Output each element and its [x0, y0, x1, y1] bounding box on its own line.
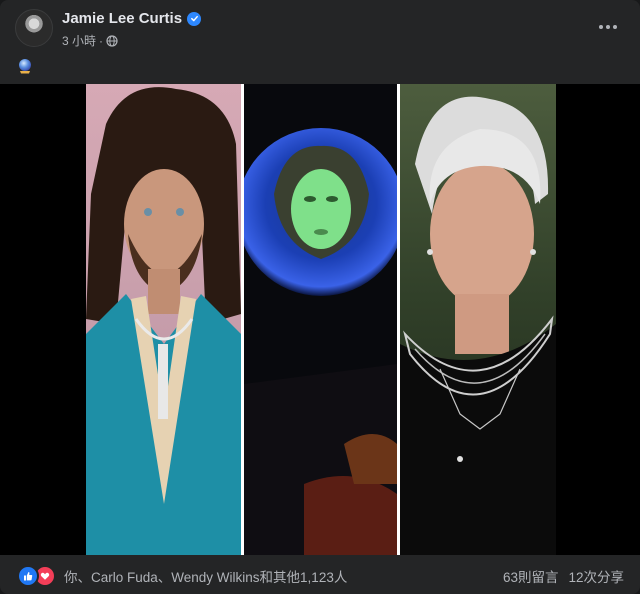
portrait-illustration [86, 87, 241, 555]
check-badge-icon [187, 11, 202, 26]
comments-count[interactable]: 63則留言 [503, 566, 559, 586]
facebook-post: Jamie Lee Curtis 3 小時 · 你、Carlo Fuda、Wen… [0, 0, 640, 594]
dot [606, 25, 610, 29]
crystal-ball-illustration [244, 128, 397, 555]
post-header: Jamie Lee Curtis 3 小時 · [0, 0, 640, 84]
post-photo[interactable] [0, 84, 640, 555]
dot [613, 25, 617, 29]
author-name-row: Jamie Lee Curtis [62, 10, 202, 27]
shares-count[interactable]: 12次分享 [568, 566, 624, 586]
reactions-text[interactable]: 你、Carlo Fuda、Wendy Wilkins和其他1,123人 [64, 566, 347, 586]
author-name[interactable]: Jamie Lee Curtis [62, 10, 182, 27]
dot [599, 25, 603, 29]
portrait-illustration [400, 96, 556, 555]
post-timestamp[interactable]: 3 小時 [62, 32, 96, 49]
more-options-button[interactable] [592, 13, 624, 41]
engagement-counts: 63則留言 12次分享 [503, 566, 624, 586]
post-footer: 你、Carlo Fuda、Wendy Wilkins和其他1,123人 63則留… [0, 555, 640, 594]
author-avatar[interactable] [15, 9, 53, 47]
globe-icon[interactable] [106, 34, 118, 47]
like-icon [17, 565, 39, 587]
photo-right-portrait [400, 84, 556, 555]
photo-left-portrait [86, 84, 241, 555]
post-meta: 3 小時 · [62, 32, 118, 49]
photo-center-crystal-ball [244, 84, 397, 555]
crystal-ball-emoji-icon [19, 59, 31, 74]
reactions-summary[interactable]: 你、Carlo Fuda、Wendy Wilkins和其他1,123人 [17, 565, 347, 587]
meta-separator: · [99, 33, 104, 48]
